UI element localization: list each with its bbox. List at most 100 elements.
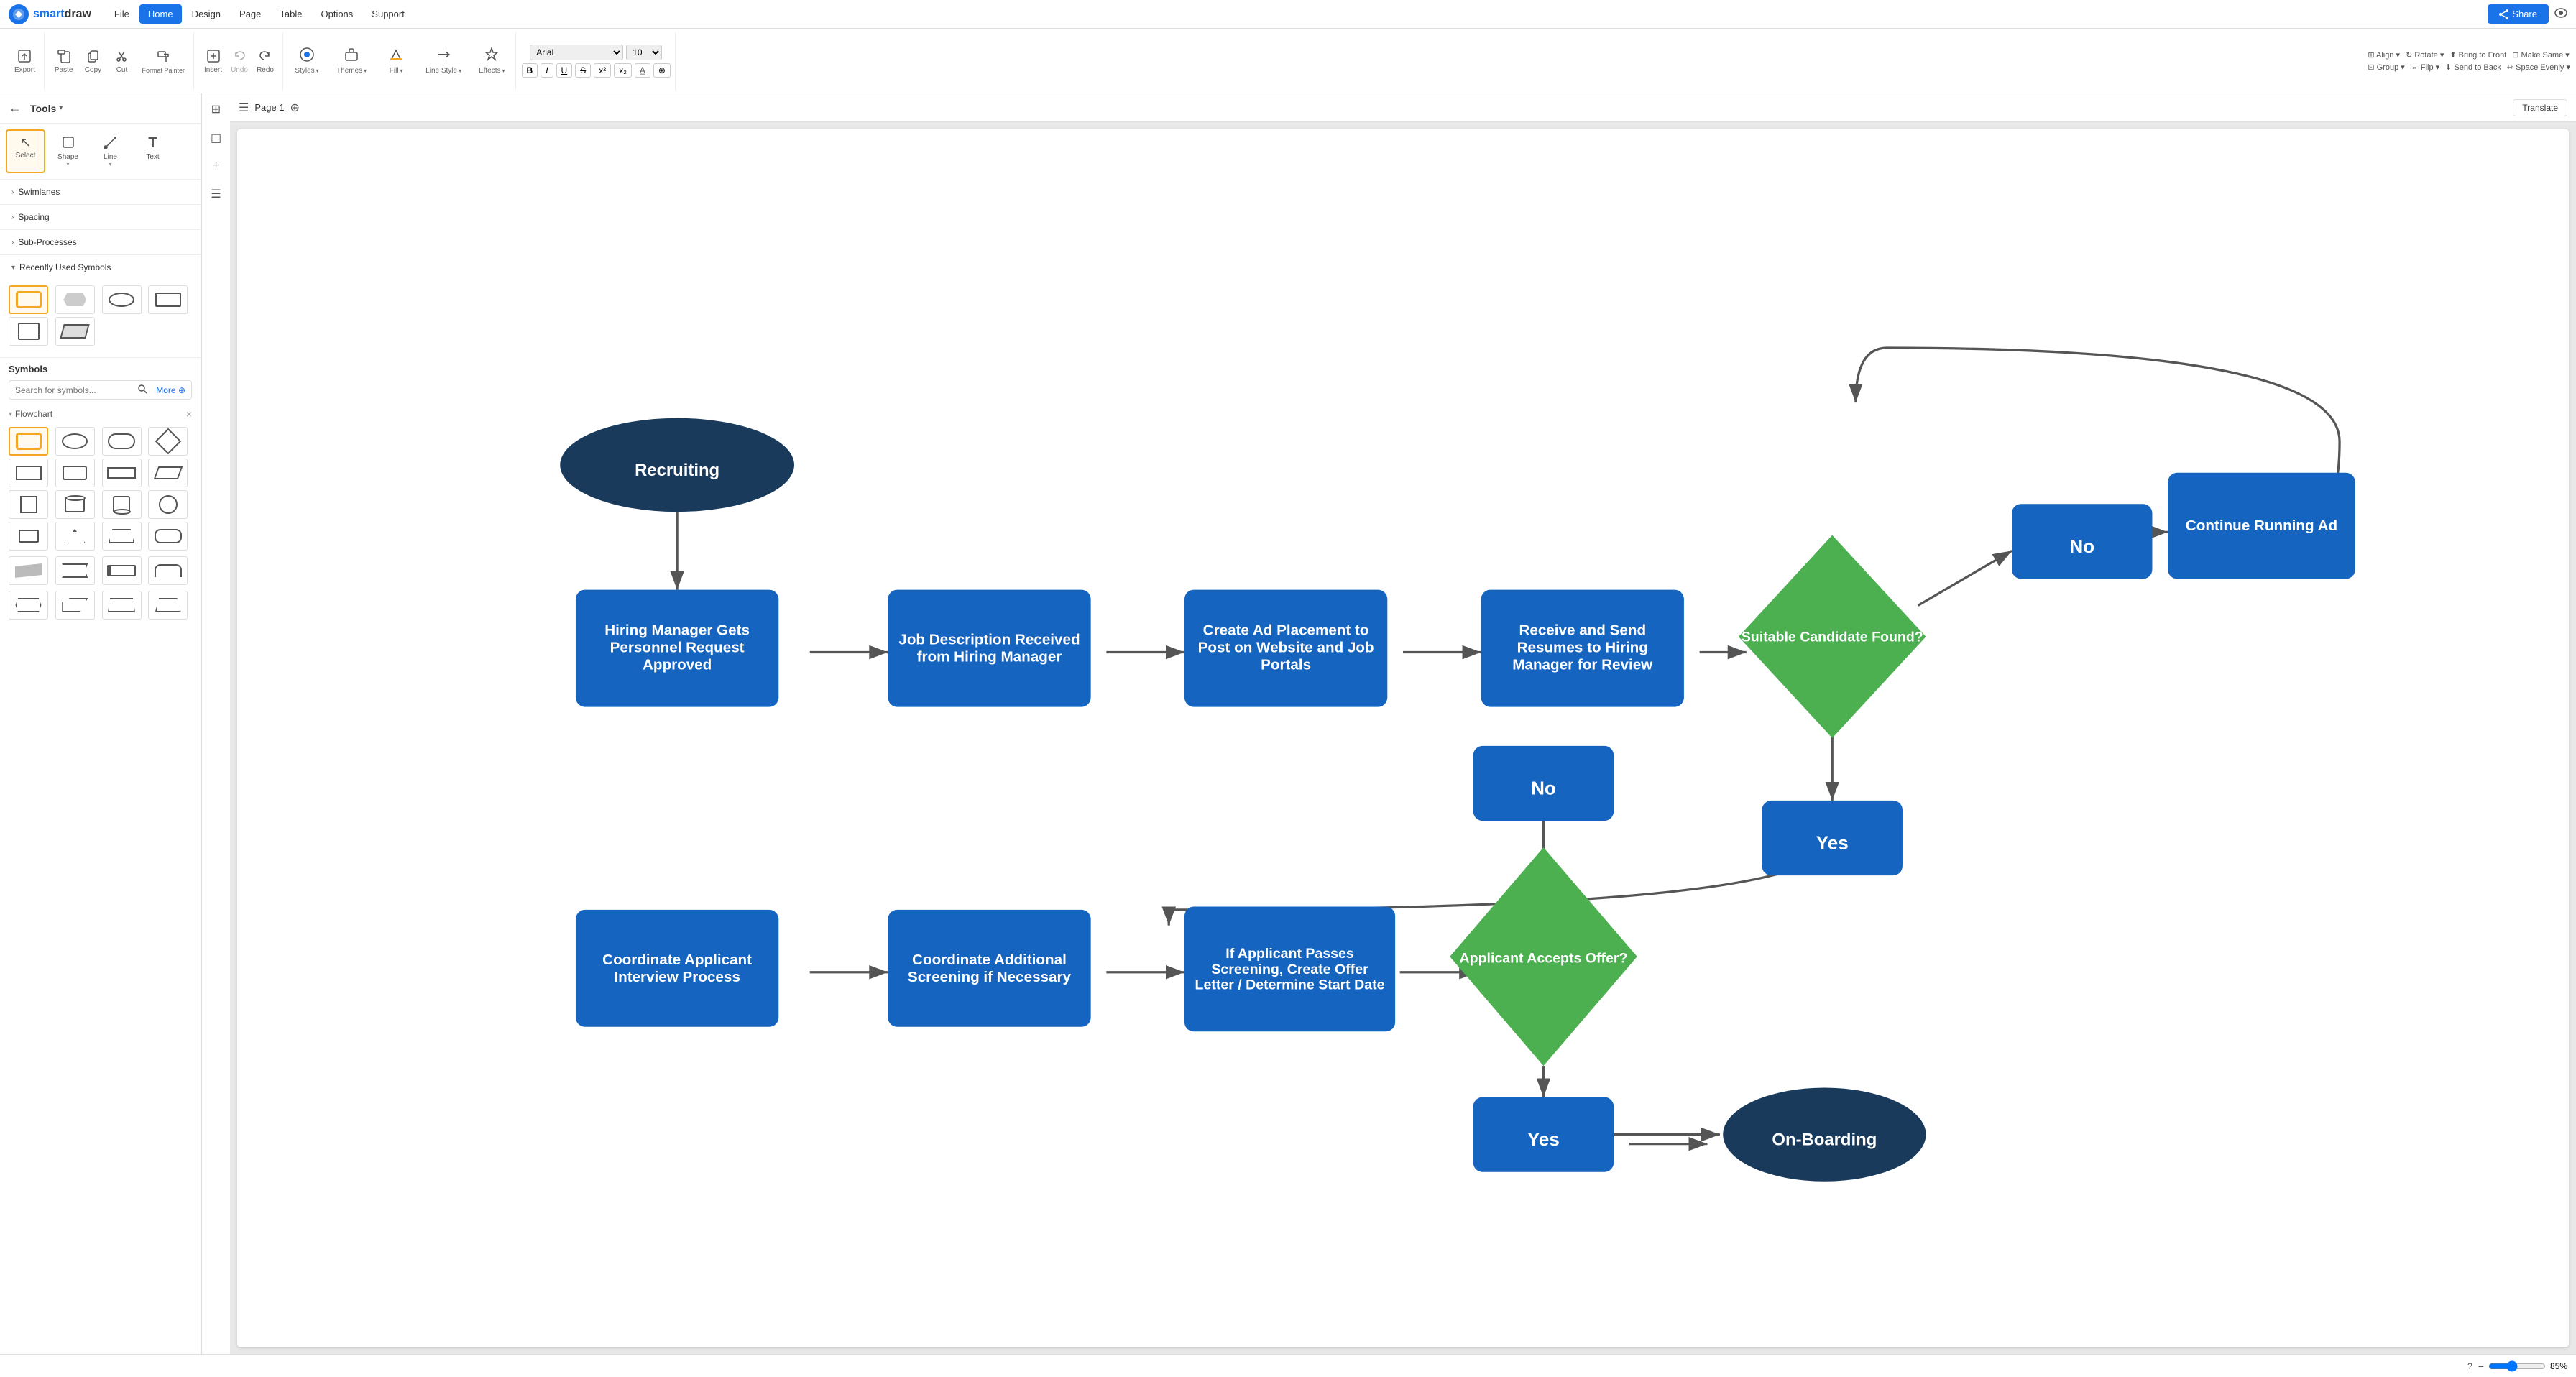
more-button[interactable]: More ⊕ bbox=[156, 385, 185, 395]
flowchart-symbol-r4[interactable] bbox=[148, 556, 188, 585]
swimlanes-header[interactable]: › Swimlanes bbox=[0, 180, 201, 204]
recent-symbol-6[interactable] bbox=[55, 317, 95, 346]
flowchart-symbol-parallelogram[interactable] bbox=[148, 459, 188, 487]
paste-button[interactable]: Paste Copy Cut bbox=[50, 45, 189, 77]
sub-processes-accordion: › Sub-Processes bbox=[0, 230, 201, 255]
send-back-button[interactable]: ⬇ Send to Back bbox=[2445, 63, 2501, 72]
translate-button[interactable]: Translate bbox=[2513, 99, 2567, 116]
align-button[interactable]: ⊞ Align ▾ bbox=[2368, 50, 2400, 60]
diagram-canvas[interactable]: Recruiting Hiring Manager Gets Personnel… bbox=[237, 129, 2569, 1347]
flowchart-symbol-square[interactable] bbox=[9, 490, 48, 519]
sub-processes-header[interactable]: › Sub-Processes bbox=[0, 230, 201, 254]
flowchart-symbol-r1[interactable] bbox=[9, 556, 48, 585]
menu-file[interactable]: File bbox=[106, 4, 138, 24]
font-color-button[interactable]: A̲ bbox=[635, 63, 650, 78]
strikethrough-button[interactable]: S bbox=[575, 63, 591, 78]
italic-button[interactable]: I bbox=[540, 63, 553, 78]
recent-symbol-4[interactable] bbox=[148, 285, 188, 314]
flowchart-symbol-s4[interactable] bbox=[148, 591, 188, 620]
flowchart-symbol-s3[interactable] bbox=[102, 591, 142, 620]
app-logo[interactable]: smartdraw bbox=[9, 4, 91, 24]
menu-home[interactable]: Home bbox=[139, 4, 182, 24]
back-arrow[interactable]: ← bbox=[9, 101, 22, 116]
flowchart-symbol-rect3[interactable] bbox=[55, 459, 95, 487]
effects-button[interactable]: Effects▾ bbox=[473, 44, 510, 78]
flowchart-symbol-s1[interactable] bbox=[9, 591, 48, 620]
font-family-select[interactable]: Arial bbox=[530, 45, 623, 60]
menu-page[interactable]: Page bbox=[231, 4, 270, 24]
line-icon bbox=[104, 135, 118, 152]
styles-button[interactable]: Styles▾ bbox=[289, 44, 325, 78]
menu-options[interactable]: Options bbox=[312, 4, 362, 24]
eye-icon[interactable] bbox=[2554, 8, 2567, 20]
symbols-search-input[interactable] bbox=[15, 385, 134, 395]
recently-used-header[interactable]: ▾ Recently Used Symbols bbox=[0, 255, 201, 280]
font-bg-button[interactable]: ⊕ bbox=[653, 63, 671, 78]
layers-icon[interactable]: ⊞ bbox=[208, 99, 224, 119]
bold-button[interactable]: B bbox=[522, 63, 538, 78]
flowchart-symbol-diamond[interactable] bbox=[148, 427, 188, 456]
share-button[interactable]: Share bbox=[2488, 4, 2549, 24]
top-navigation: smartdraw File Home Design Page Table Op… bbox=[0, 0, 2576, 29]
flowchart-symbol-rounded-rect2[interactable] bbox=[148, 522, 188, 551]
underline-button[interactable]: U bbox=[556, 63, 573, 78]
rotate-button[interactable]: ↻ Rotate ▾ bbox=[2406, 50, 2444, 60]
line-style-button[interactable]: Line Style▾ bbox=[420, 44, 467, 78]
flowchart-symbol-small-rect[interactable] bbox=[9, 522, 48, 551]
make-same-button[interactable]: ⊟ Make Same ▾ bbox=[2512, 50, 2570, 60]
line-tool[interactable]: Line ▾ bbox=[91, 129, 130, 173]
insert-button[interactable]: Insert Undo Redo bbox=[200, 45, 278, 77]
recent-symbol-1[interactable] bbox=[9, 285, 48, 314]
font-size-select[interactable]: 10 bbox=[626, 45, 662, 60]
recent-symbol-5[interactable] bbox=[9, 317, 48, 346]
search-button[interactable] bbox=[137, 384, 147, 396]
toolbar-font-group: Arial 10 B I U S x² x₂ A̲ ⊕ bbox=[518, 32, 676, 90]
menu-design[interactable]: Design bbox=[183, 4, 229, 24]
themes-button[interactable]: Themes▾ bbox=[331, 44, 372, 78]
flowchart-close[interactable]: × bbox=[186, 408, 192, 420]
superscript-button[interactable]: x² bbox=[594, 63, 611, 78]
bring-front-button[interactable]: ⬆ Bring to Front bbox=[2450, 50, 2506, 60]
flowchart-symbol-rounded-rect[interactable] bbox=[102, 427, 142, 456]
recent-symbol-2[interactable] bbox=[55, 285, 95, 314]
add-page-icon[interactable]: ⊕ bbox=[290, 101, 300, 115]
help-icon[interactable]: ? bbox=[2467, 1361, 2472, 1371]
flowchart-symbol-rect2[interactable] bbox=[9, 459, 48, 487]
menu-support[interactable]: Support bbox=[363, 4, 413, 24]
subscript-button[interactable]: x₂ bbox=[614, 63, 632, 78]
flowchart-symbol-trapezoid2[interactable] bbox=[102, 522, 142, 551]
flowchart-symbol-r2[interactable] bbox=[55, 556, 95, 585]
flowchart-symbol-circle[interactable] bbox=[148, 490, 188, 519]
zoom-slider[interactable] bbox=[2488, 1360, 2546, 1372]
space-evenly-button[interactable]: ⇿ Space Evenly ▾ bbox=[2507, 63, 2570, 72]
flowchart-symbol-trapezoid[interactable] bbox=[55, 522, 95, 551]
hamburger-icon[interactable]: ☰ bbox=[239, 101, 249, 115]
recent-symbol-3[interactable] bbox=[102, 285, 142, 314]
flip-button[interactable]: ⇔ Flip ▾ bbox=[2411, 63, 2439, 72]
shape-tool[interactable]: Shape ▾ bbox=[48, 129, 88, 173]
flowchart-symbol-cylinder[interactable] bbox=[55, 490, 95, 519]
line-label: Line bbox=[104, 153, 117, 161]
flowchart-symbol-oval[interactable] bbox=[55, 427, 95, 456]
tools-title: Tools bbox=[30, 103, 56, 114]
shapes-icon[interactable]: ◫ bbox=[208, 128, 224, 148]
text-tool[interactable]: T Text bbox=[133, 129, 172, 173]
group-button[interactable]: ⊡ Group ▾ bbox=[2368, 63, 2404, 72]
notes-icon[interactable]: ☰ bbox=[208, 184, 224, 204]
flowchart-symbol-wide-rect[interactable] bbox=[102, 459, 142, 487]
toolbar: Export Paste Copy bbox=[0, 29, 2576, 93]
menu-table[interactable]: Table bbox=[271, 4, 310, 24]
zoom-out-icon[interactable]: − bbox=[2478, 1360, 2484, 1372]
flowchart-symbol-cylinder2[interactable] bbox=[102, 490, 142, 519]
plus-icon[interactable]: + bbox=[210, 157, 222, 175]
paste-label: Paste bbox=[55, 66, 73, 74]
sub-processes-label: Sub-Processes bbox=[18, 237, 76, 247]
flowchart-symbol-rect[interactable] bbox=[9, 427, 48, 456]
select-tool[interactable]: ↖ Select bbox=[6, 129, 45, 173]
fill-button[interactable]: Fill▾ bbox=[378, 44, 414, 78]
flowchart-symbol-s2[interactable] bbox=[55, 591, 95, 620]
spacing-header[interactable]: › Spacing bbox=[0, 205, 201, 229]
export-button[interactable]: Export bbox=[10, 45, 40, 77]
format-painter-label: Format Painter bbox=[142, 67, 185, 74]
flowchart-symbol-r3[interactable] bbox=[102, 556, 142, 585]
